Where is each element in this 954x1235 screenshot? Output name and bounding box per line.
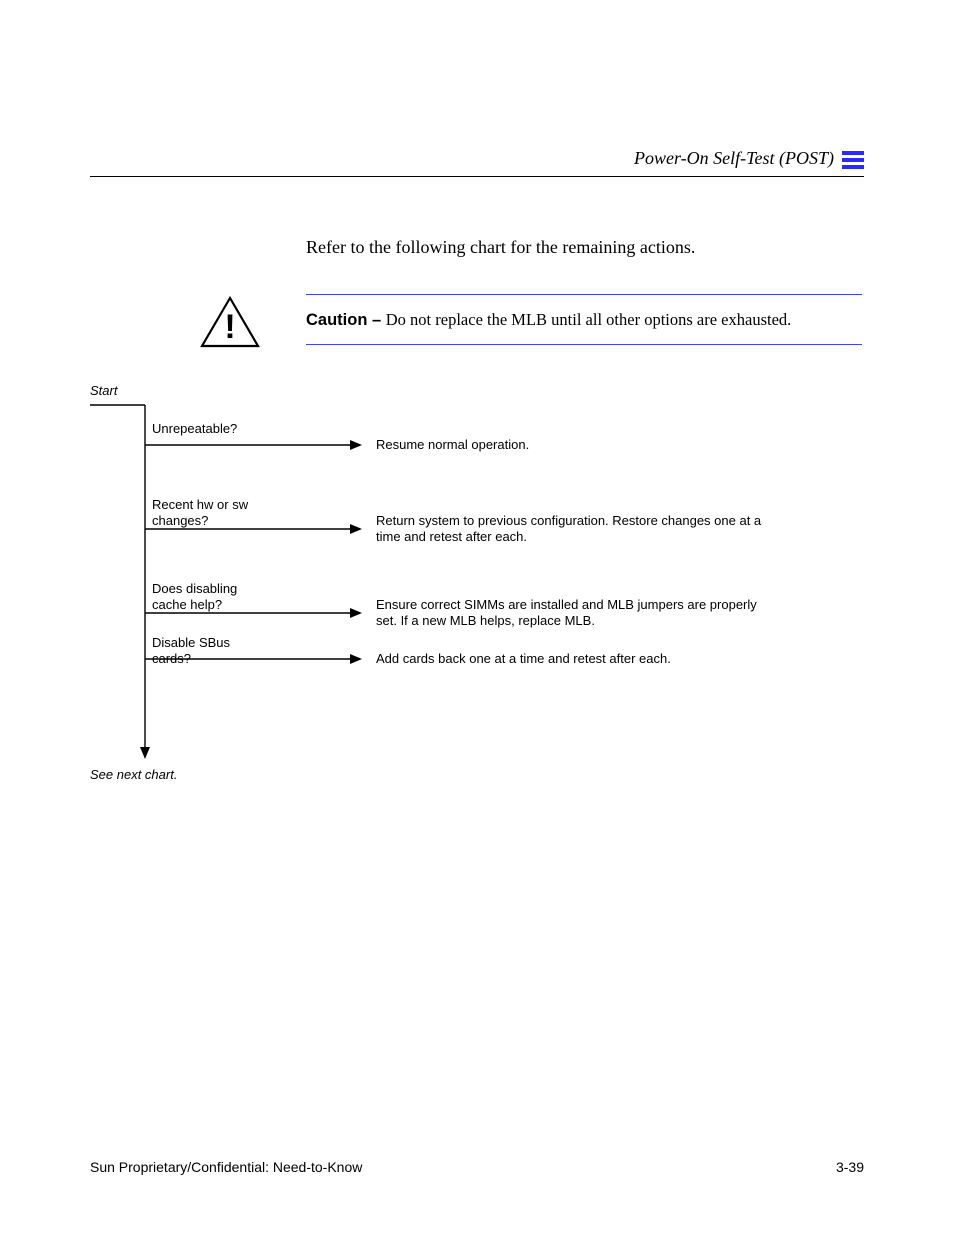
caution-label: Caution – xyxy=(306,311,381,329)
flow-q2-prompt: Recent hw or sw changes? xyxy=(152,497,248,530)
footer-page-number: 3-39 xyxy=(836,1159,864,1175)
flow-continue: See next chart. xyxy=(90,767,177,783)
intro-text: Refer to the following chart for the rem… xyxy=(306,236,862,259)
header-rule xyxy=(90,176,864,177)
menu-icon[interactable] xyxy=(842,151,864,169)
footer-doc-title: Sun Proprietary/Confidential: Need-to-Kn… xyxy=(90,1159,362,1175)
caution-text: Caution – Do not replace the MLB until a… xyxy=(306,310,862,330)
flow-q1-action: Resume normal operation. xyxy=(376,437,856,453)
caution-body: Do not replace the MLB until all other o… xyxy=(386,310,792,329)
flow-q3-prompt: Does disabling cache help? xyxy=(152,581,237,614)
flow-q4-action: Add cards back one at a time and retest … xyxy=(376,651,862,667)
flow-q1-prompt: Unrepeatable? xyxy=(152,421,237,437)
flow-q4-prompt: Disable SBus cards? xyxy=(152,635,230,668)
caution-icon: ! xyxy=(198,294,262,355)
caution-rule-top xyxy=(306,294,862,295)
flowchart: Start Unrepeatable? Resume normal operat… xyxy=(90,397,864,797)
caution-rule-bottom xyxy=(306,344,862,345)
flow-q2-action: Return system to previous configuration.… xyxy=(376,513,862,546)
svg-text:!: ! xyxy=(224,308,235,346)
chapter-heading: Power-On Self-Test (POST) xyxy=(634,148,834,169)
flow-start: Start xyxy=(90,383,117,399)
flow-q3-action: Ensure correct SIMMs are installed and M… xyxy=(376,597,862,630)
